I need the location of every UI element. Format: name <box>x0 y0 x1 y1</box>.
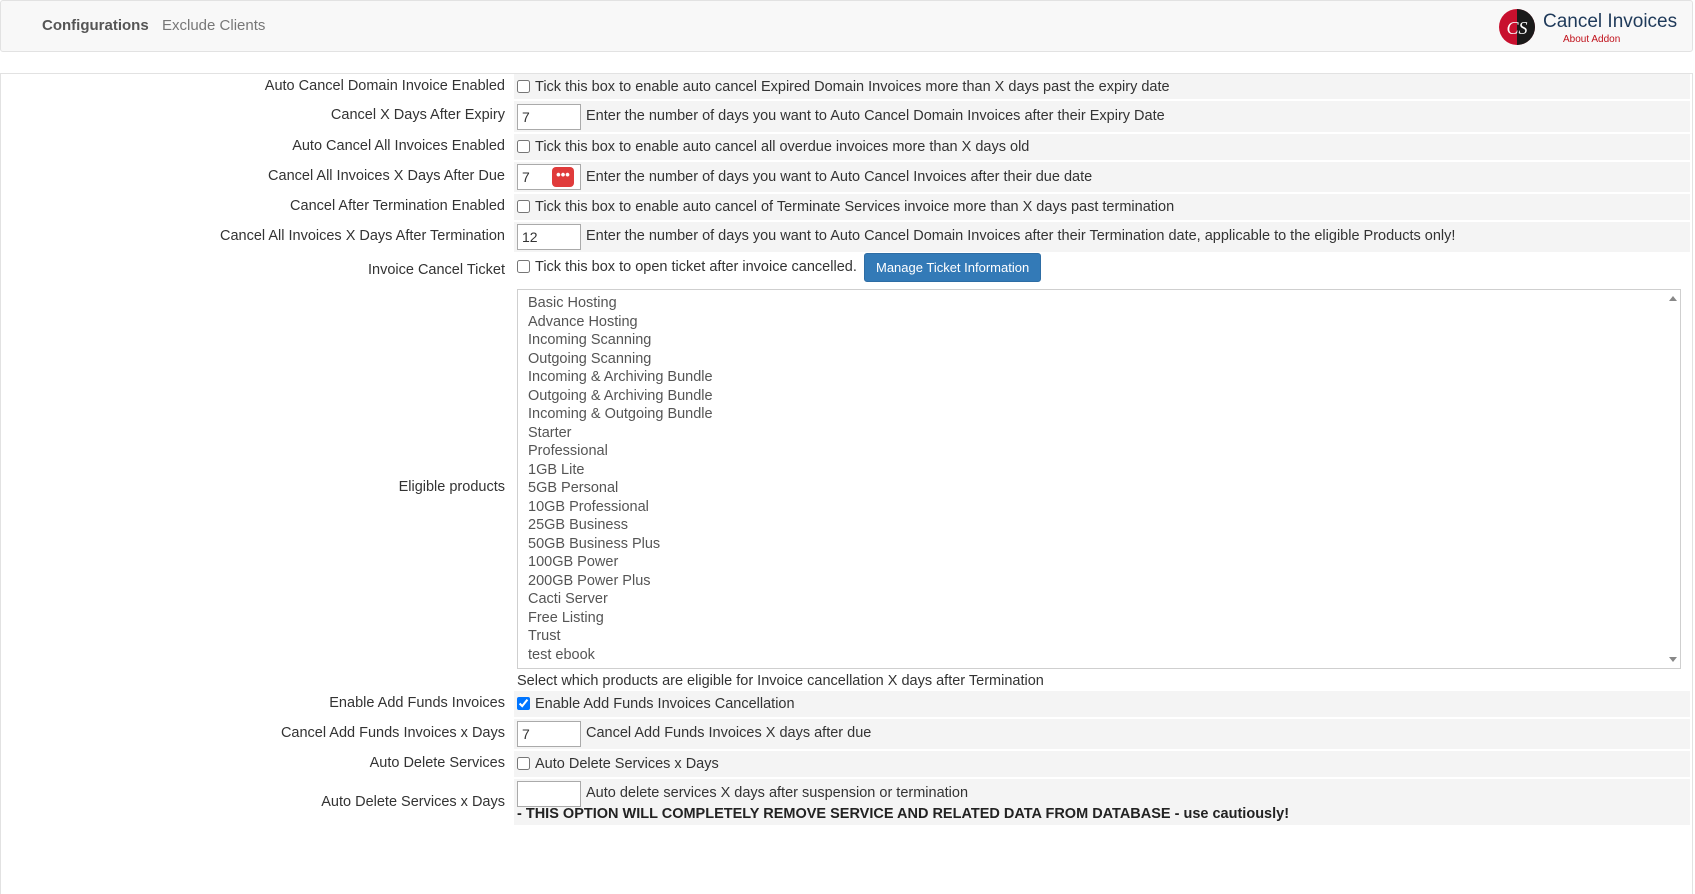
about-addon-link[interactable]: About Addon <box>1563 34 1620 45</box>
cancel-invoices-logo-icon: CS <box>1499 9 1535 45</box>
setting-label: Auto Delete Services x Days <box>321 794 505 810</box>
list-item[interactable]: test ebook <box>528 647 595 663</box>
setting-field: Tick this box to open ticket after invoi… <box>514 253 1690 287</box>
list-item[interactable]: Trust <box>528 628 561 644</box>
list-item[interactable]: 200GB Power Plus <box>528 573 651 589</box>
cancel-all-days-after-termination-input[interactable] <box>517 224 581 250</box>
setting-label: Invoice Cancel Ticket <box>367 262 505 278</box>
list-item[interactable]: Cacti Server <box>528 591 608 607</box>
setting-description: Tick this box to open ticket after invoi… <box>535 259 857 275</box>
auto-cancel-all-checkbox[interactable] <box>517 140 530 153</box>
setting-row-cancel-all-days-after-due: Cancel All Invoices X Days After Due •••… <box>1 162 1694 193</box>
settings-panel: Auto Cancel Domain Invoice Enabled Tick … <box>0 73 1693 894</box>
setting-description: Tick this box to enable auto cancel all … <box>535 139 1030 155</box>
setting-row-cancel-days-after-expiry: Cancel X Days After Expiry Enter the num… <box>1 101 1694 133</box>
setting-description: Tick this box to enable auto cancel Expi… <box>535 79 1170 95</box>
setting-label: Auto Delete Services <box>369 755 505 771</box>
setting-description: Auto Delete Services x Days <box>535 756 719 772</box>
list-item[interactable]: Advance Hosting <box>528 314 638 330</box>
list-item[interactable]: 1GB Lite <box>528 462 584 478</box>
setting-label: Enable Add Funds Invoices <box>329 695 505 711</box>
setting-field: Tick this box to enable auto cancel all … <box>514 134 1690 160</box>
setting-row-enable-add-funds: Enable Add Funds Invoices Enable Add Fun… <box>1 691 1694 718</box>
eligible-products-listbox[interactable]: Basic Hosting Advance Hosting Incoming S… <box>517 289 1681 669</box>
setting-description: Enter the number of days you want to Aut… <box>586 228 1456 244</box>
list-item[interactable]: 10GB Professional <box>528 499 649 515</box>
setting-label: Cancel After Termination Enabled <box>290 198 505 214</box>
setting-label: Cancel X Days After Expiry <box>330 107 505 123</box>
list-item[interactable]: Free Listing <box>528 610 604 626</box>
cancel-after-termination-checkbox[interactable] <box>517 200 530 213</box>
list-item[interactable]: Incoming Scanning <box>528 332 651 348</box>
enable-add-funds-checkbox[interactable] <box>517 697 530 710</box>
setting-row-cancel-all-days-after-termination: Cancel All Invoices X Days After Termina… <box>1 222 1694 253</box>
list-item[interactable]: Incoming & Outgoing Bundle <box>528 406 713 422</box>
setting-label: Cancel All Invoices X Days After Termina… <box>219 228 505 244</box>
invoice-cancel-ticket-checkbox[interactable] <box>517 260 530 273</box>
list-item[interactable]: 50GB Business Plus <box>528 536 660 552</box>
list-item[interactable]: Outgoing & Archiving Bundle <box>528 388 713 404</box>
setting-field: Enter the number of days you want to Aut… <box>514 222 1690 252</box>
auto-cancel-domain-checkbox[interactable] <box>517 80 530 93</box>
scroll-up-arrow-icon[interactable] <box>1669 296 1677 301</box>
manage-ticket-information-button[interactable]: Manage Ticket Information <box>864 253 1042 282</box>
password-manager-icon[interactable]: ••• <box>552 167 574 187</box>
setting-label: Cancel Add Funds Invoices x Days <box>280 725 505 741</box>
setting-row-auto-delete-services: Auto Delete Services Auto Delete Service… <box>1 751 1694 778</box>
setting-description: Auto delete services X days after suspen… <box>586 785 969 801</box>
setting-row-cancel-after-termination: Cancel After Termination Enabled Tick th… <box>1 194 1694 221</box>
setting-field: Auto delete services X days after suspen… <box>514 779 1690 825</box>
auto-delete-services-checkbox[interactable] <box>517 757 530 770</box>
cancel-add-funds-days-input[interactable] <box>517 721 581 747</box>
setting-field: Tick this box to enable auto cancel of T… <box>514 194 1690 220</box>
scroll-down-arrow-icon[interactable] <box>1669 657 1677 662</box>
setting-row-cancel-add-funds-days: Cancel Add Funds Invoices x Days Cancel … <box>1 719 1694 750</box>
setting-description: Cancel Add Funds Invoices X days after d… <box>586 725 872 741</box>
setting-label: Auto Cancel All Invoices Enabled <box>292 138 505 154</box>
setting-label: Cancel All Invoices X Days After Due <box>268 168 505 184</box>
list-item[interactable]: 5GB Personal <box>528 480 618 496</box>
list-item[interactable]: Starter <box>528 425 572 441</box>
setting-field: Auto Delete Services x Days <box>514 751 1690 777</box>
setting-field: Enter the number of days you want to Aut… <box>514 101 1690 132</box>
setting-description: Tick this box to enable auto cancel of T… <box>535 199 1175 215</box>
setting-description: Enter the number of days you want to Aut… <box>586 108 1165 124</box>
setting-field: Enable Add Funds Invoices Cancellation <box>514 691 1690 717</box>
setting-field: Tick this box to enable auto cancel Expi… <box>514 74 1690 99</box>
listbox-scrollbar[interactable] <box>1665 290 1680 668</box>
addon-title: Cancel Invoices <box>1543 11 1678 32</box>
setting-label: Auto Cancel Domain Invoice Enabled <box>264 78 505 94</box>
cancel-days-after-expiry-input[interactable] <box>517 104 581 130</box>
tab-exclude-clients[interactable]: Exclude Clients <box>162 17 265 34</box>
list-item[interactable]: Professional <box>528 443 608 459</box>
list-item[interactable]: Basic Hosting <box>528 295 617 311</box>
list-item[interactable]: Outgoing Scanning <box>528 351 651 367</box>
list-item[interactable]: 100GB Power <box>528 554 618 570</box>
delete-warning-text: - THIS OPTION WILL COMPLETELY REMOVE SER… <box>517 806 1290 822</box>
setting-description: Enable Add Funds Invoices Cancellation <box>535 696 795 712</box>
eligible-products-help: Select which products are eligible for I… <box>517 673 1044 689</box>
setting-row-eligible-products: Eligible products Basic Hosting Advance … <box>1 287 1694 689</box>
setting-field: Basic Hosting Advance Hosting Incoming S… <box>514 287 1690 689</box>
svg-text:CS: CS <box>1506 18 1527 38</box>
setting-row-invoice-cancel-ticket: Invoice Cancel Ticket Tick this box to o… <box>1 253 1694 287</box>
list-item[interactable]: Incoming & Archiving Bundle <box>528 369 713 385</box>
setting-label: Eligible products <box>398 479 505 495</box>
setting-field: Cancel Add Funds Invoices X days after d… <box>514 719 1690 749</box>
setting-description: Enter the number of days you want to Aut… <box>586 169 1093 185</box>
tab-configurations[interactable]: Configurations <box>42 17 149 34</box>
top-nav: Configurations Exclude Clients CS Cancel… <box>0 0 1693 52</box>
setting-row-auto-cancel-domain: Auto Cancel Domain Invoice Enabled Tick … <box>1 74 1694 100</box>
auto-delete-services-days-input[interactable] <box>517 781 581 807</box>
list-item[interactable]: 25GB Business <box>528 517 628 533</box>
setting-field: ••• Enter the number of days you want to… <box>514 162 1690 192</box>
setting-row-auto-cancel-all: Auto Cancel All Invoices Enabled Tick th… <box>1 134 1694 161</box>
setting-row-auto-delete-services-days: Auto Delete Services x Days Auto delete … <box>1 779 1694 827</box>
addon-logo[interactable]: CS Cancel Invoices About Addon <box>1497 7 1682 47</box>
